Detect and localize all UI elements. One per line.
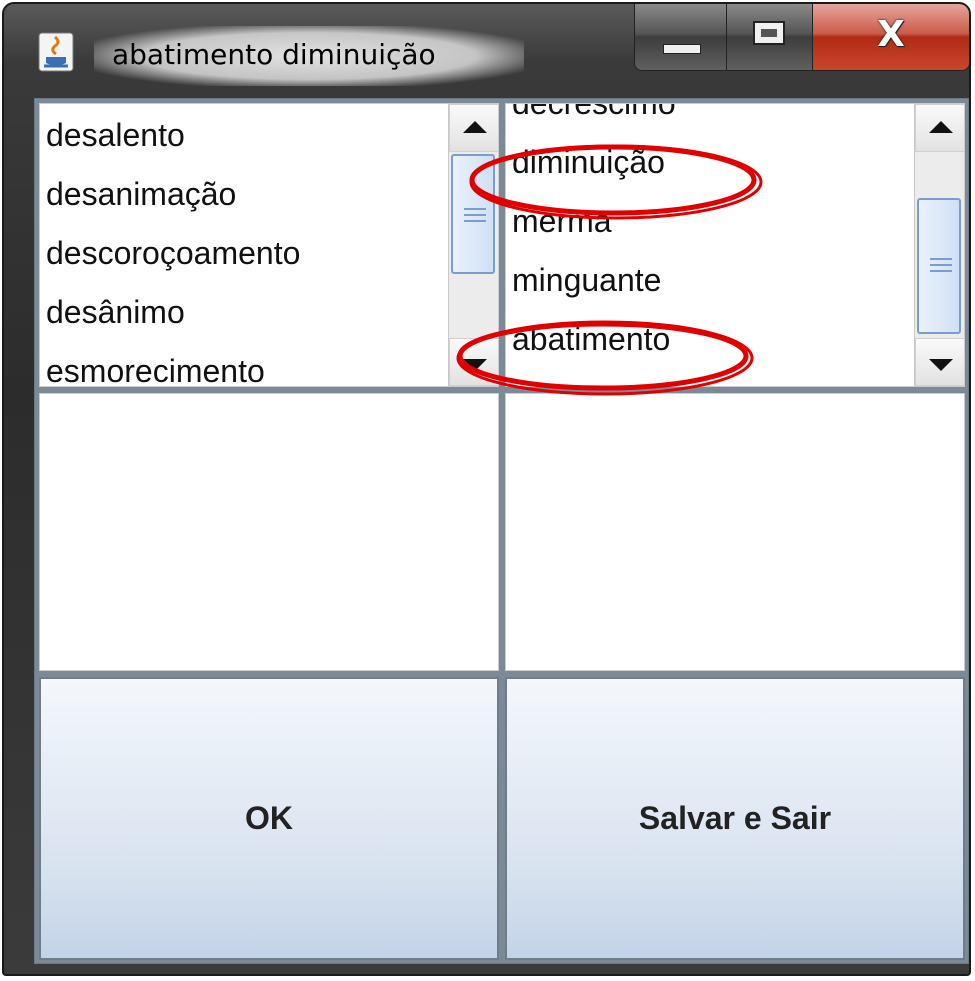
save-and-exit-button[interactable]: Salvar e Sair [505,677,965,960]
maximize-button[interactable] [727,4,813,70]
left-list-items: desalento desanimação descoroçoamento de… [40,106,446,386]
scroll-down-button[interactable] [915,338,964,386]
scroll-thumb[interactable] [451,154,495,274]
list-item[interactable]: decrescimo [506,104,912,133]
list-item[interactable]: minguante [506,251,912,310]
close-button[interactable]: X [813,4,969,70]
grip-icon [464,220,486,222]
right-list-scrollbar[interactable] [914,104,964,386]
close-icon: X [877,14,905,55]
window-title: abatimento diminuição [112,38,436,71]
app-window: abatimento diminuição X desalento desani… [2,2,971,976]
maximize-icon [753,21,785,45]
minimize-icon [663,44,701,54]
left-word-list[interactable]: desalento desanimação descoroçoamento de… [39,103,499,387]
grip-icon [930,258,952,260]
scroll-up-button[interactable] [449,104,498,152]
ok-button[interactable]: OK [39,677,499,960]
grip-icon [464,214,486,216]
left-list-scrollbar[interactable] [448,104,498,386]
right-word-list[interactable]: decrescimo diminuição merma minguante ab… [505,103,965,387]
list-item[interactable]: descoroçoamento [40,224,446,283]
list-item[interactable]: desanimação [40,165,446,224]
list-item[interactable]: abatimento [506,310,912,369]
grip-icon [930,264,952,266]
arrow-up-icon [463,121,487,133]
grip-icon [930,270,952,272]
scroll-thumb[interactable] [917,198,961,334]
list-item[interactable]: desânimo [40,283,446,342]
title-bar[interactable]: abatimento diminuição X [4,4,969,99]
minimize-button[interactable] [635,4,727,70]
list-item[interactable]: desalento [40,106,446,165]
content-panel: desalento desanimação descoroçoamento de… [34,98,969,964]
scroll-down-button[interactable] [449,338,498,386]
right-text-area[interactable] [505,393,965,671]
caption-buttons: X [634,4,969,71]
list-item[interactable]: merma [506,192,912,251]
arrow-down-icon [463,359,487,371]
right-list-items: decrescimo diminuição merma minguante ab… [506,104,912,369]
grip-icon [464,208,486,210]
list-item[interactable]: diminuição [506,133,912,192]
java-coffee-icon[interactable] [38,32,74,72]
arrow-up-icon [929,121,953,133]
arrow-down-icon [929,359,953,371]
scroll-up-button[interactable] [915,104,964,152]
list-item[interactable]: esmorecimento [40,342,446,386]
left-text-area[interactable] [39,393,499,671]
